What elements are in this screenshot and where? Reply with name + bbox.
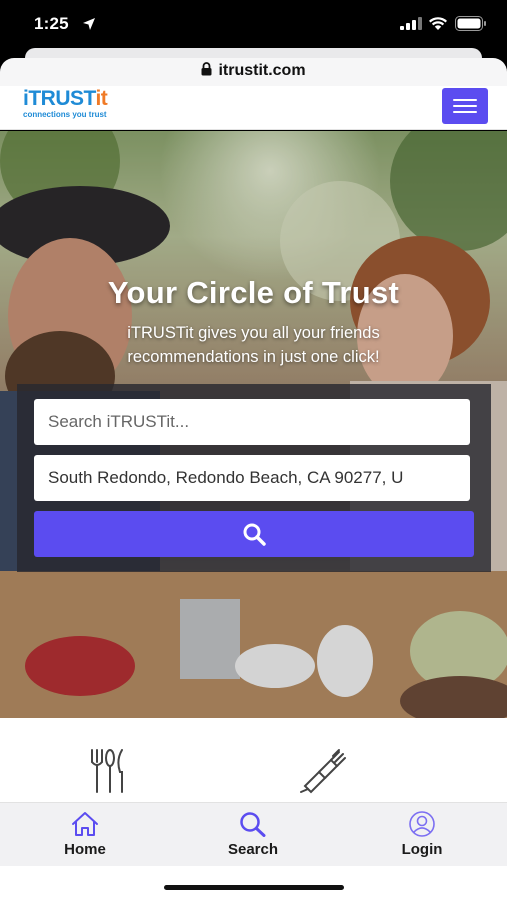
url-text: itrustit.com [218, 62, 306, 79]
hamburger-menu-icon [453, 105, 477, 107]
search-button[interactable] [34, 511, 474, 557]
hero-section: Your Circle of Trust iTRUSTit gives you … [0, 131, 507, 718]
url-display[interactable]: itrustit.com [0, 62, 507, 80]
hamburger-menu-icon [453, 99, 477, 101]
hero-subtitle: iTRUSTit gives you all your friends reco… [127, 324, 380, 366]
search-panel: Search iTRUSTit... South Redondo, Redond… [17, 384, 491, 572]
logo-tagline: connections you trust [23, 110, 107, 119]
nav-search[interactable]: Search [203, 811, 303, 858]
paint-brush-icon[interactable] [297, 748, 347, 794]
home-indicator-area [0, 866, 507, 900]
fork-knife-icon[interactable] [88, 748, 128, 794]
nav-home[interactable]: Home [35, 811, 135, 858]
itrustit-logo[interactable]: iTRUSTit connections you trust [23, 87, 108, 120]
browser-address-bar[interactable]: itrustit.com [0, 58, 507, 86]
bottom-navigation: Home Search Login [0, 802, 507, 866]
nav-home-label: Home [64, 841, 106, 858]
site-header: iTRUSTit connections you trust [0, 86, 507, 130]
category-strip [0, 718, 507, 802]
logo-trust: TRUST [28, 87, 96, 110]
status-time: 1:25 [34, 14, 69, 33]
home-indicator[interactable] [164, 885, 344, 890]
wifi-icon [429, 17, 447, 30]
cellular-signal-icon [400, 17, 422, 30]
battery-icon [455, 16, 486, 31]
location-input[interactable]: South Redondo, Redondo Beach, CA 90277, … [34, 455, 470, 501]
logo-wordmark: iTRUSTit [23, 87, 108, 110]
location-arrow-icon [83, 18, 95, 30]
search-icon [243, 523, 266, 546]
user-circle-icon [409, 811, 435, 837]
hamburger-menu-icon [453, 111, 477, 113]
home-icon [72, 812, 98, 836]
nav-search-label: Search [227, 841, 279, 858]
hamburger-menu-button[interactable] [442, 88, 488, 124]
search-icon [240, 812, 266, 837]
nav-login-label: Login [401, 841, 443, 858]
search-input[interactable]: Search iTRUSTit... [34, 399, 470, 445]
status-bar: 1:25 [0, 0, 507, 48]
hero-title: Your Circle of Trust [107, 275, 400, 310]
nav-login[interactable]: Login [372, 811, 472, 858]
logo-it: it [95, 87, 108, 110]
lock-icon [201, 62, 212, 76]
